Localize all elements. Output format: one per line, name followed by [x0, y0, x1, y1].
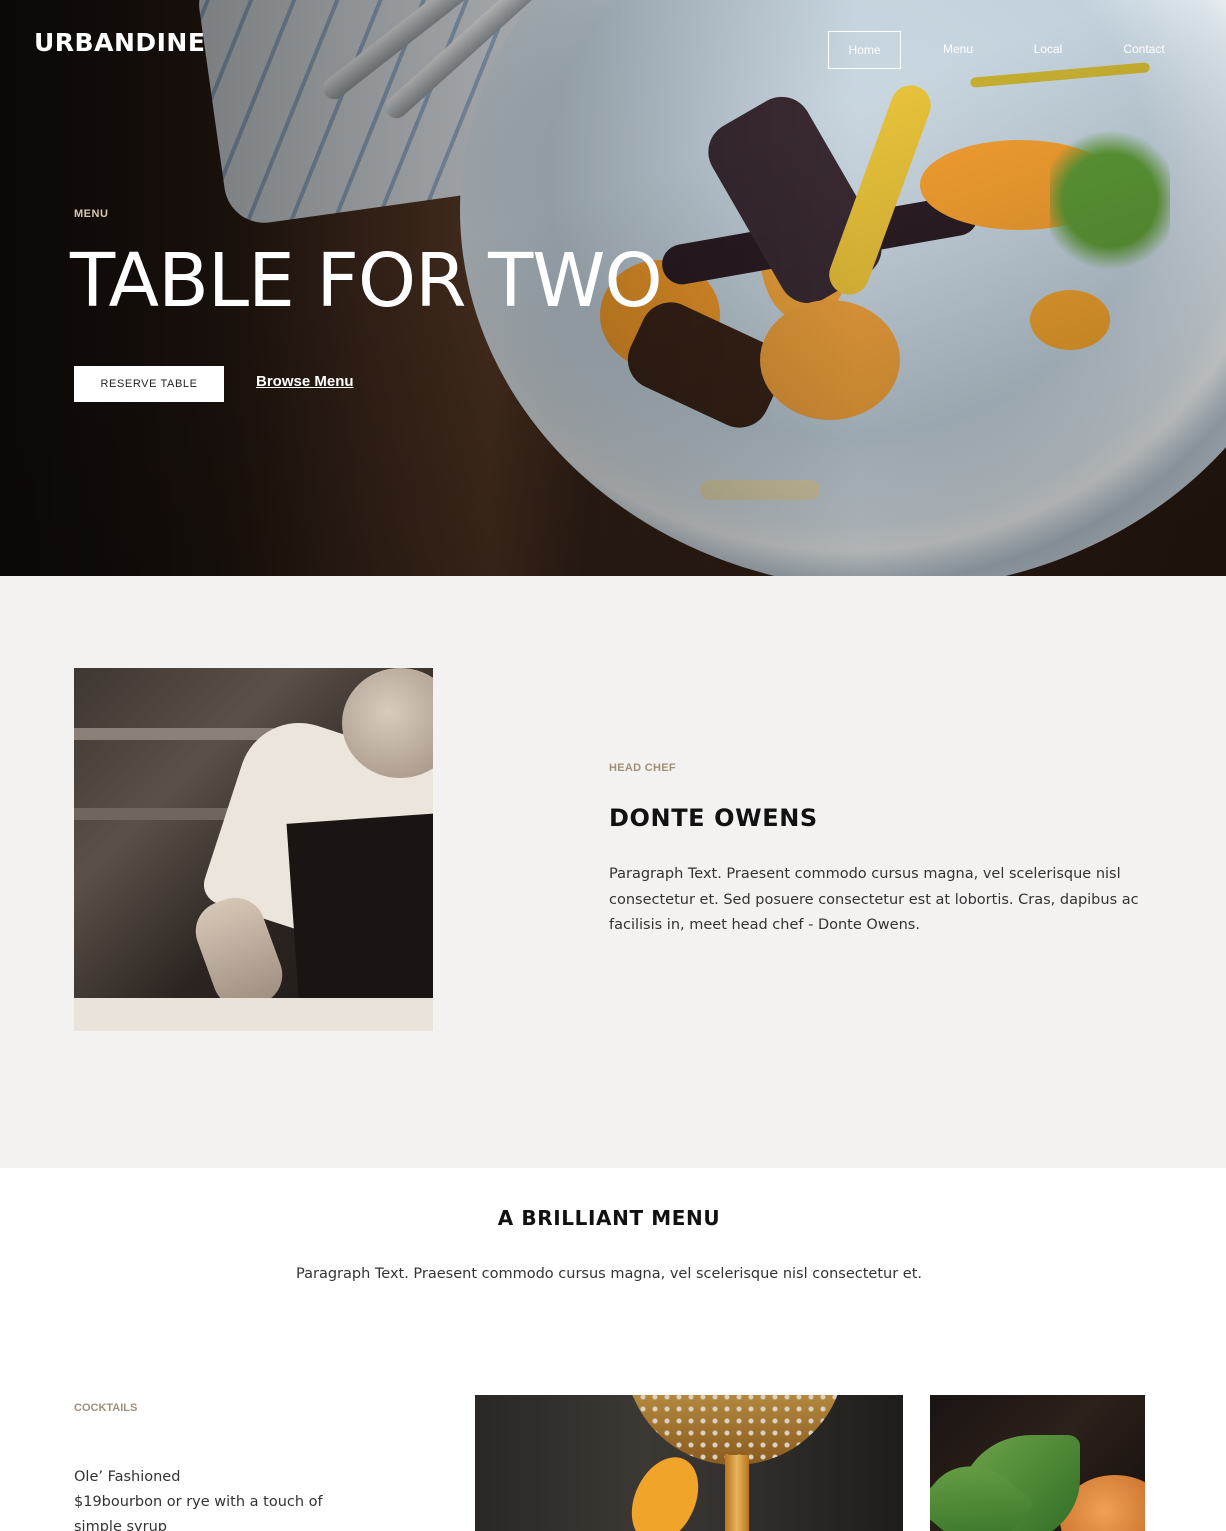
chef-paragraph: Paragraph Text. Praesent commodo cursus …	[609, 866, 1139, 933]
chef-name: DONTE OWENS	[609, 804, 818, 832]
chef-kicker: HEAD CHEF	[609, 762, 676, 774]
menu-title: A BRILLIANT MENU	[497, 1206, 721, 1230]
cocktail-photo	[475, 1395, 903, 1531]
hero-title: TABLE FOR TWO	[70, 238, 663, 324]
cocktail-name: Ole’ Fashioned	[74, 1469, 181, 1485]
menu-paragraph: Paragraph Text. Praesent commodo cursus …	[296, 1266, 922, 1282]
chef-photo	[74, 668, 433, 1031]
menu-section: A BRILLIANT MENU Paragraph Text. Praesen…	[0, 1168, 1226, 1531]
reserve-table-button[interactable]: RESERVE TABLE	[74, 366, 224, 402]
cocktails-kicker: COCKTAILS	[74, 1402, 138, 1414]
nav-contact[interactable]: Contact	[1110, 31, 1178, 69]
main-nav: Home Menu Local Contact	[0, 31, 1226, 69]
browse-menu-link[interactable]: Browse Menu	[256, 373, 354, 390]
nav-home[interactable]: Home	[828, 31, 901, 69]
chef-section: HEAD CHEF DONTE OWENS Paragraph Text. Pr…	[0, 576, 1226, 1168]
cocktail-description: $19bourbon or rye with a touch of simple…	[74, 1494, 323, 1531]
dish-photo	[930, 1395, 1145, 1531]
hero-section: URBANDINE Home Menu Local Contact MENU T…	[0, 0, 1226, 576]
hero-kicker: MENU	[74, 208, 109, 220]
nav-menu[interactable]: Menu	[930, 31, 986, 69]
nav-local[interactable]: Local	[1022, 31, 1074, 69]
